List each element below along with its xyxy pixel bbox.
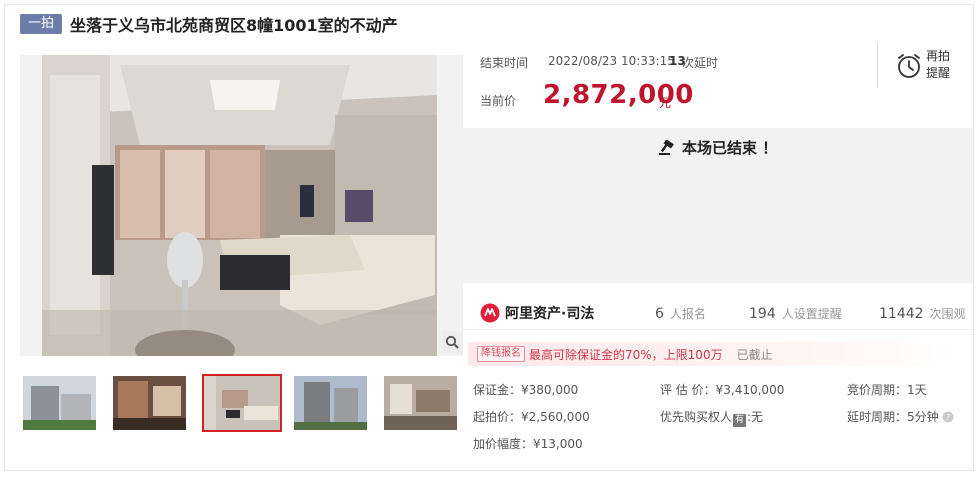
delay-period: 延时周期：5分钟 <box>847 410 939 424</box>
auction-ended-message: 本场已结束 ！ <box>658 137 777 158</box>
search-icon <box>445 335 459 349</box>
svg-text:?: ? <box>946 413 950 422</box>
alarm-clock-icon[interactable] <box>896 52 922 80</box>
watcher-label: 次围观 <box>929 307 966 321</box>
thumbnail-strip <box>20 372 465 434</box>
building-exterior-photo <box>294 376 367 430</box>
stats-row: 阿里资产·司法 6 人报名 194 人设置提醒 11442 次围观 <box>463 296 973 330</box>
thumbnail-active[interactable] <box>202 374 282 432</box>
main-photo[interactable] <box>20 55 463 356</box>
round-badge: 一拍 <box>20 14 63 34</box>
bid-increment: 加价幅度：¥13,000 <box>473 437 583 451</box>
thumbnail[interactable] <box>294 376 367 430</box>
ended-label: 本场已结束 ！ <box>682 139 778 157</box>
watcher-count: 11442 <box>879 306 924 322</box>
watcher-stat: 11442 次围观 <box>879 305 966 322</box>
end-time: 2022/08/23 10:33:15 <box>548 54 675 68</box>
notice-status: 已截止 <box>736 347 773 362</box>
notice-badge: 降钱报名 <box>477 346 525 362</box>
thumbnail[interactable] <box>23 376 96 430</box>
bidding-period: 竞价周期：1天 <box>847 383 927 397</box>
signup-count: 6 <box>655 306 664 322</box>
priority-buyer-icon: 有 <box>733 414 747 427</box>
current-price: 2,872,000 <box>543 80 694 110</box>
title-row: 一拍 坐落于义乌市北苑商贸区8幢1001室的不动产 <box>20 12 398 36</box>
ali-asset-logo <box>480 303 500 323</box>
reminder-count: 194 <box>749 306 776 322</box>
auction-summary: 结束时间 2022/08/23 10:33:15 13 次延时 当前价 2,87… <box>463 42 973 126</box>
living-room-photo <box>20 55 463 356</box>
signup-label: 人报名 <box>669 307 706 321</box>
end-time-label: 结束时间 <box>480 56 529 70</box>
priority-buyer: 优先购买权人有:无 <box>660 408 763 427</box>
notice-text: 最高可除保证金的70%，上限100万 <box>529 347 723 362</box>
interior-photo <box>113 376 186 430</box>
platform-logo[interactable]: 阿里资产·司法 <box>480 303 594 323</box>
deposit: 保证金：¥380,000 <box>473 383 579 397</box>
living-room-photo <box>204 376 280 430</box>
valuation: 评 估 价：¥3,410,000 <box>660 383 785 397</box>
building-exterior-photo <box>23 376 96 430</box>
divider <box>877 42 878 88</box>
thumbnail[interactable] <box>113 376 186 430</box>
reminder-label: 人设置提醒 <box>781 307 842 321</box>
interior-photo <box>384 376 457 430</box>
help-icon[interactable]: ? <box>942 411 954 423</box>
priority-buyer-value: :无 <box>747 410 764 424</box>
start-price: 起拍价：¥2,560,000 <box>473 410 590 424</box>
delay-period-row: 延时周期：5分钟 ? <box>847 408 954 425</box>
gavel-icon <box>659 139 674 155</box>
zoom-button[interactable] <box>441 331 463 353</box>
loan-notice[interactable]: 降钱报名 最高可除保证金的70%，上限100万 已截止 <box>468 342 973 366</box>
reminder-stat: 194 人设置提醒 <box>749 305 842 322</box>
thumbnail[interactable] <box>384 376 457 430</box>
signup-stat: 6 人报名 <box>655 305 706 322</box>
delay-unit: 次延时 <box>682 56 719 70</box>
priority-buyer-label: 优先购买权人 <box>660 410 733 424</box>
current-price-label: 当前价 <box>480 94 517 108</box>
page-title: 坐落于义乌市北苑商贸区8幢1001室的不动产 <box>70 16 398 35</box>
platform-name: 阿里资产·司法 <box>505 306 595 322</box>
remind-button[interactable]: 再拍提醒 <box>926 48 956 82</box>
auction-status-panel: 本场已结束 ！ <box>463 128 973 283</box>
currency-unit: 元 <box>659 96 672 110</box>
